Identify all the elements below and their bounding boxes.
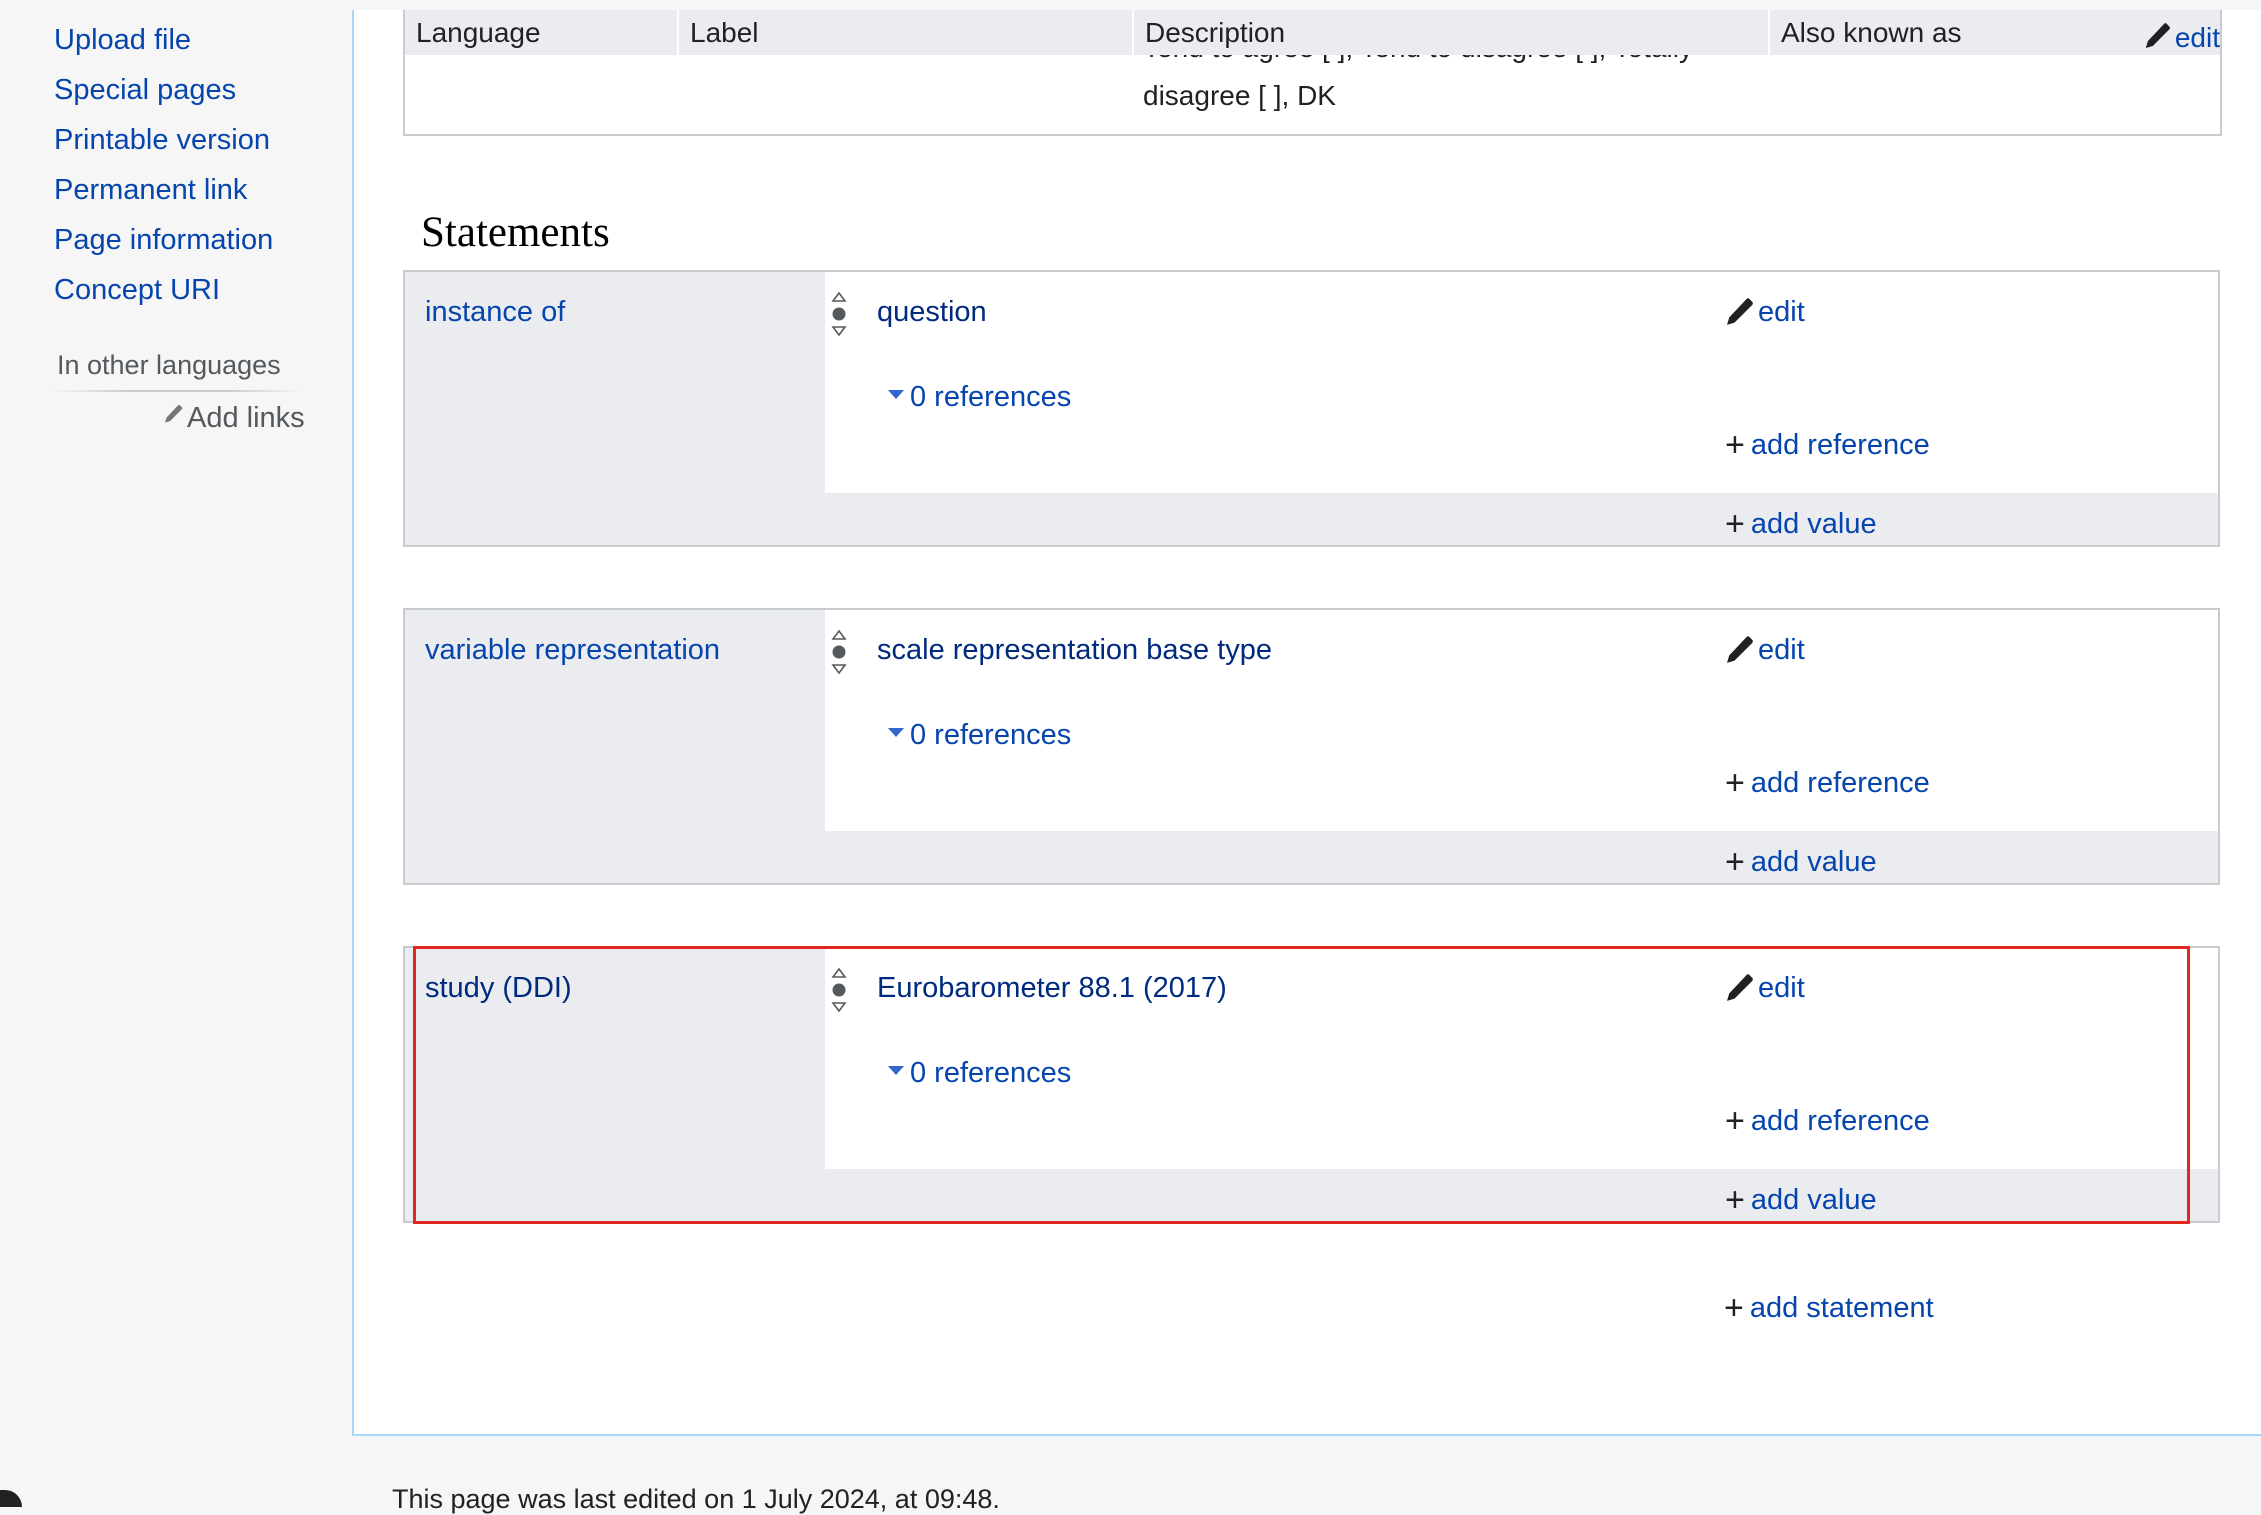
sidebar-link-upload-file[interactable]: Upload file: [54, 24, 191, 57]
plus-icon: +: [1725, 426, 1745, 464]
plus-icon: +: [1725, 764, 1745, 802]
property-link-variable-representation[interactable]: variable representation: [425, 634, 720, 667]
description-cell: disagree [ ], DK: [1143, 80, 1336, 111]
statement-edit-button[interactable]: edit: [1724, 634, 1805, 667]
sidebar-link-special-pages[interactable]: Special pages: [54, 74, 236, 107]
column-label: Label: [677, 10, 1132, 55]
triangle-down-icon: [888, 1066, 904, 1075]
add-value-button[interactable]: + add value: [1725, 843, 1877, 882]
column-language: Language: [416, 17, 541, 48]
property-link-instance-of[interactable]: instance of: [425, 296, 565, 329]
add-reference-label: add reference: [1750, 429, 1930, 461]
add-reference-label: add reference: [1750, 767, 1930, 799]
add-links-button[interactable]: Add links: [163, 402, 305, 435]
statement-edit-button[interactable]: edit: [1724, 972, 1805, 1005]
statements-heading: Statements: [421, 209, 610, 256]
references-count: 0 references: [910, 381, 1072, 413]
references-toggle[interactable]: 0 references: [888, 381, 1071, 414]
rank-selector-icon[interactable]: [830, 630, 848, 674]
statement-group-instance-of: instance of question 0 references edit +…: [403, 270, 2220, 547]
pencil-icon: [2145, 23, 2170, 49]
add-value-button[interactable]: + add value: [1725, 1181, 1877, 1220]
termbox-edit-label: edit: [2174, 22, 2220, 53]
add-reference-button[interactable]: + add reference: [1725, 426, 1930, 465]
column-description: Description: [1132, 10, 1768, 55]
plus-icon: +: [1725, 1102, 1745, 1140]
add-value-label: add value: [1750, 1184, 1877, 1216]
statement-value-link[interactable]: Eurobarometer 88.1 (2017): [877, 972, 1227, 1005]
statement: scale representation base type 0 referen…: [825, 610, 2218, 831]
add-statement-label: add statement: [1749, 1292, 1934, 1324]
pencil-icon: [1727, 974, 1753, 1001]
pencil-icon: [1727, 636, 1753, 663]
pencil-icon: [1727, 298, 1753, 325]
plus-icon: +: [1725, 505, 1745, 543]
property-link-study-ddi[interactable]: study (DDI): [425, 972, 572, 1005]
rank-selector-icon[interactable]: [830, 292, 848, 336]
statement-group-study-ddi: study (DDI) Eurobarometer 88.1 (2017) 0 …: [403, 946, 2220, 1223]
statement-value-link[interactable]: question: [877, 296, 987, 329]
edit-label: edit: [1758, 634, 1805, 666]
triangle-down-icon: [888, 728, 904, 737]
add-value-label: add value: [1750, 508, 1877, 540]
plus-icon: +: [1724, 1289, 1744, 1327]
sidebar-link-page-information[interactable]: Page information: [54, 224, 273, 257]
edit-label: edit: [1758, 972, 1805, 1004]
sidebar: Upload file Special pages Printable vers…: [0, 0, 352, 1507]
plus-icon: +: [1725, 1181, 1745, 1219]
triangle-down-icon: [888, 390, 904, 399]
add-value-label: add value: [1750, 846, 1877, 878]
plus-icon: +: [1725, 843, 1745, 881]
edit-label: edit: [1758, 296, 1805, 328]
languages-heading: In other languages: [57, 350, 281, 380]
add-reference-label: add reference: [1750, 1105, 1930, 1137]
references-toggle[interactable]: 0 references: [888, 1057, 1071, 1090]
add-value-button[interactable]: + add value: [1725, 505, 1877, 544]
sidebar-link-permanent-link[interactable]: Permanent link: [54, 174, 247, 207]
sidebar-link-concept-uri[interactable]: Concept URI: [54, 274, 220, 307]
termbox-header: Language Label Description Also known as: [405, 10, 2220, 55]
rank-selector-icon[interactable]: [830, 968, 848, 1012]
references-count: 0 references: [910, 719, 1072, 751]
add-reference-button[interactable]: + add reference: [1725, 764, 1930, 803]
statement-edit-button[interactable]: edit: [1724, 296, 1805, 329]
add-links-label: Add links: [187, 402, 305, 434]
footer-last-edited: This page was last edited on 1 July 2024…: [392, 1484, 1000, 1514]
add-reference-button[interactable]: + add reference: [1725, 1102, 1930, 1141]
termbox-table: Tend to agree [ ], Tend to disagree [ ],…: [403, 10, 2222, 136]
add-statement-button[interactable]: + add statement: [1724, 1289, 1934, 1328]
statement-value-link[interactable]: scale representation base type: [877, 634, 1272, 667]
languages-divider: [52, 390, 304, 392]
references-count: 0 references: [910, 1057, 1072, 1089]
termbox-edit-button[interactable]: edit: [2143, 22, 2220, 54]
statement: question 0 references edit + add referenc…: [825, 272, 2218, 493]
statement: Eurobarometer 88.1 (2017) 0 references e…: [825, 948, 2218, 1169]
statement-group-variable-representation: variable representation scale representa…: [403, 608, 2220, 885]
sidebar-link-printable-version[interactable]: Printable version: [54, 124, 270, 157]
pencil-icon: [165, 404, 183, 423]
references-toggle[interactable]: 0 references: [888, 719, 1071, 752]
